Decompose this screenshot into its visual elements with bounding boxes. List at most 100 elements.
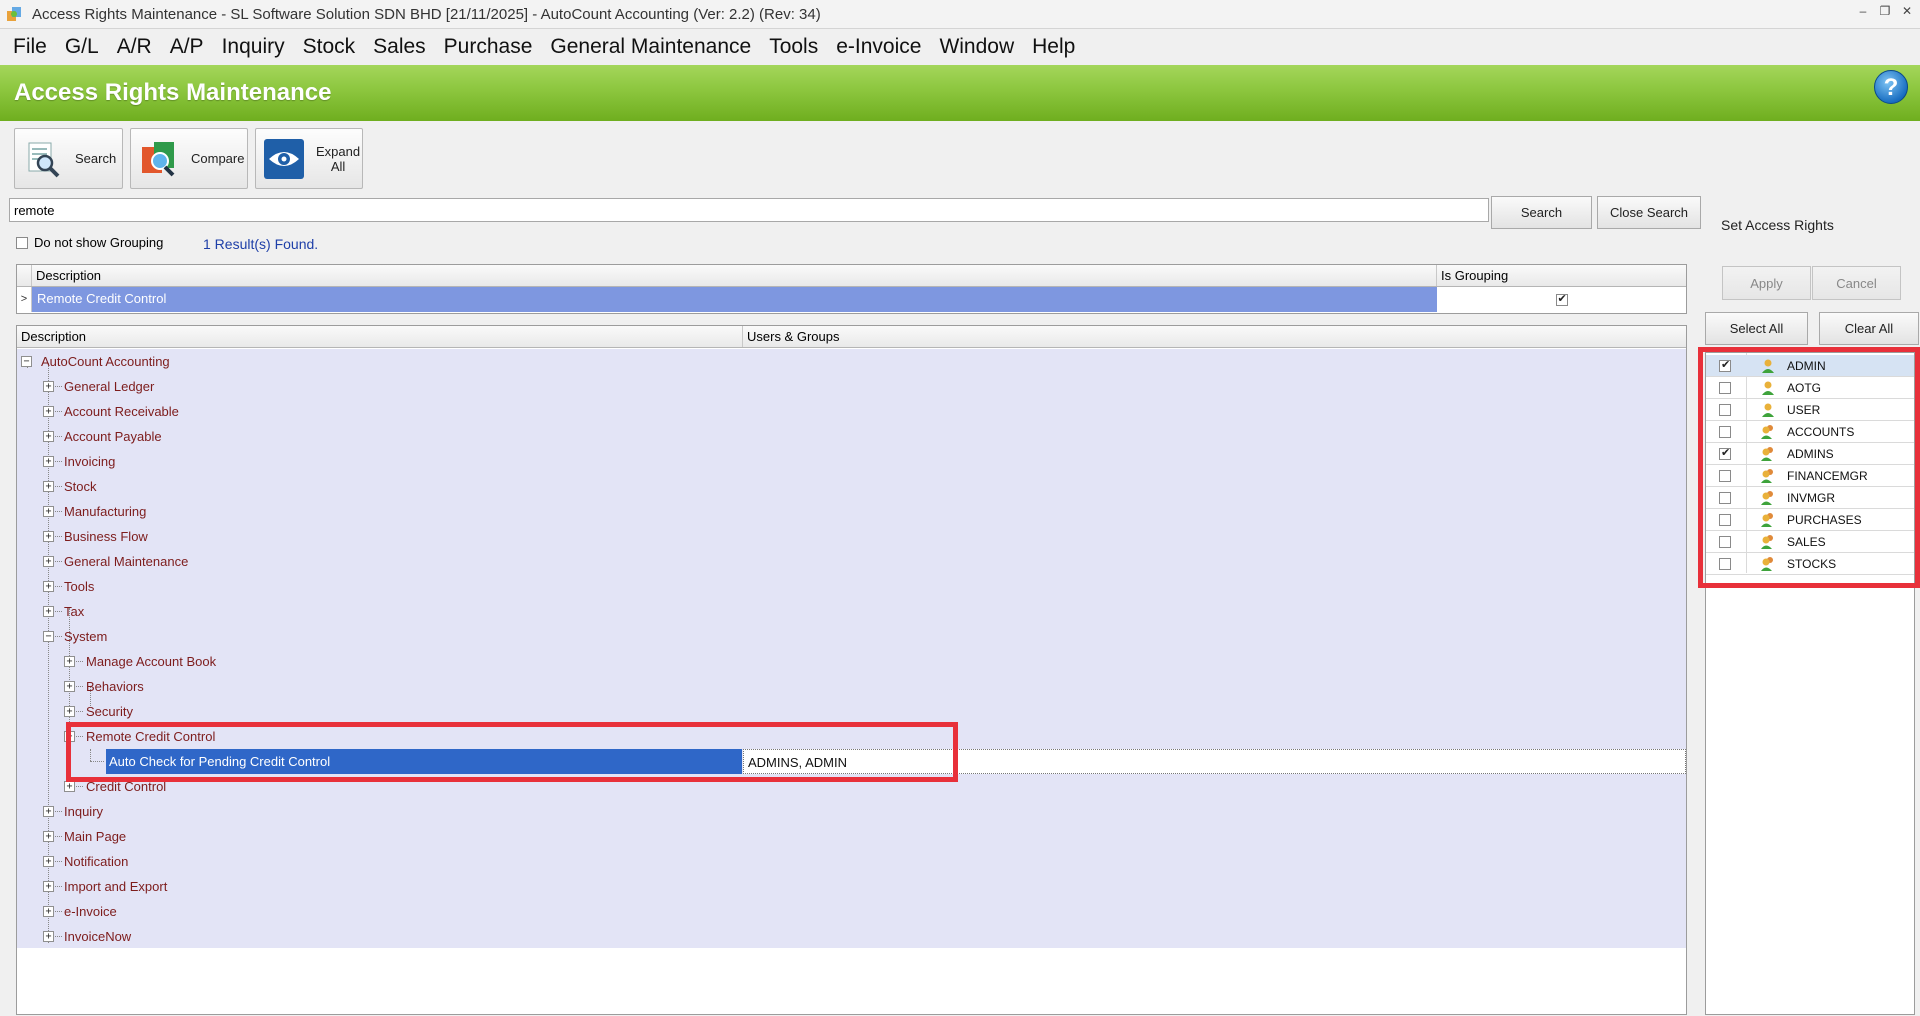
- cancel-button[interactable]: Cancel: [1812, 266, 1901, 300]
- menu-gl[interactable]: G/L: [56, 35, 108, 59]
- menu-ar[interactable]: A/R: [108, 35, 161, 59]
- tree-node-notification[interactable]: + Notification: [17, 849, 1686, 874]
- tree-node-remote-credit-control[interactable]: − Remote Credit Control: [17, 724, 1686, 749]
- menu-general-maintenance[interactable]: General Maintenance: [541, 35, 760, 59]
- user-checkbox[interactable]: [1719, 404, 1731, 416]
- no-grouping-checkbox[interactable]: [16, 236, 28, 249]
- tree-node-behaviors[interactable]: + Behaviors: [17, 674, 1686, 699]
- tree-node-tools[interactable]: + Tools: [17, 574, 1686, 599]
- tree-node-stock[interactable]: + Stock: [17, 474, 1686, 499]
- result-description-cell[interactable]: Remote Credit Control: [32, 287, 1437, 312]
- no-grouping-option[interactable]: Do not show Grouping: [16, 235, 163, 250]
- close-search-button[interactable]: Close Search: [1597, 196, 1701, 229]
- expand-icon[interactable]: +: [64, 656, 75, 667]
- expand-icon[interactable]: +: [43, 531, 54, 542]
- collapse-icon[interactable]: −: [43, 631, 54, 642]
- expand-icon[interactable]: +: [43, 406, 54, 417]
- menu-file[interactable]: File: [4, 35, 56, 59]
- expand-icon[interactable]: +: [43, 481, 54, 492]
- tree-node-business-flow[interactable]: + Business Flow: [17, 524, 1686, 549]
- tree-node-general-maintenance[interactable]: + General Maintenance: [17, 549, 1686, 574]
- expand-icon[interactable]: +: [43, 881, 54, 892]
- tree-node-tax[interactable]: + Tax: [17, 599, 1686, 624]
- column-header-description[interactable]: Description: [32, 265, 1437, 286]
- menu-stock[interactable]: Stock: [294, 35, 365, 59]
- menu-ap[interactable]: A/P: [161, 35, 213, 59]
- table-row[interactable]: > Remote Credit Control: [17, 287, 1686, 312]
- menu-window[interactable]: Window: [930, 35, 1023, 59]
- tree-node-inquiry[interactable]: + Inquiry: [17, 799, 1686, 824]
- clear-all-button[interactable]: Clear All: [1819, 312, 1919, 345]
- restore-button[interactable]: ❐: [1878, 4, 1892, 18]
- list-item-purchases[interactable]: PURCHASES: [1706, 509, 1914, 531]
- menu-help[interactable]: Help: [1023, 35, 1084, 59]
- group-checkbox[interactable]: [1719, 514, 1731, 526]
- menu-e-invoice[interactable]: e-Invoice: [827, 35, 930, 59]
- search-button[interactable]: Search: [1491, 196, 1592, 229]
- expand-all-button[interactable]: Expand All: [255, 128, 363, 189]
- tree-node-import-export[interactable]: + Import and Export: [17, 874, 1686, 899]
- column-header-users-groups[interactable]: Users & Groups: [743, 326, 1686, 347]
- expand-icon[interactable]: +: [43, 556, 54, 567]
- minimize-button[interactable]: –: [1856, 4, 1870, 18]
- selected-node-label[interactable]: Auto Check for Pending Credit Control: [106, 749, 742, 774]
- expand-icon[interactable]: +: [43, 806, 54, 817]
- group-checkbox[interactable]: [1719, 446, 1731, 460]
- tree-node-account-payable[interactable]: + Account Payable: [17, 424, 1686, 449]
- tree-node-credit-control[interactable]: + Credit Control: [17, 774, 1686, 799]
- menu-sales[interactable]: Sales: [364, 35, 435, 59]
- search-tool-button[interactable]: Search: [14, 128, 123, 189]
- apply-button[interactable]: Apply: [1722, 266, 1811, 300]
- list-item-financemgr[interactable]: FINANCEMGR: [1706, 465, 1914, 487]
- menu-purchase[interactable]: Purchase: [435, 35, 542, 59]
- tree-node-general-ledger[interactable]: + General Ledger: [17, 374, 1686, 399]
- tree-node-system[interactable]: − System: [17, 624, 1686, 649]
- search-input[interactable]: [9, 198, 1489, 222]
- user-checkbox[interactable]: [1719, 358, 1731, 372]
- group-checkbox[interactable]: [1719, 558, 1731, 570]
- expand-icon[interactable]: +: [43, 581, 54, 592]
- tree-node-security[interactable]: + Security: [17, 699, 1686, 724]
- expand-icon[interactable]: +: [43, 906, 54, 917]
- expand-icon[interactable]: +: [43, 431, 54, 442]
- group-checkbox[interactable]: [1719, 536, 1731, 548]
- tree-node-manage-account-book[interactable]: + Manage Account Book: [17, 649, 1686, 674]
- compare-tool-button[interactable]: Compare: [130, 128, 248, 189]
- tree-node-invoicenow[interactable]: + InvoiceNow: [17, 924, 1686, 949]
- menu-inquiry[interactable]: Inquiry: [213, 35, 294, 59]
- group-checkbox[interactable]: [1719, 426, 1731, 438]
- tree-node-main-page[interactable]: + Main Page: [17, 824, 1686, 849]
- user-checkbox[interactable]: [1719, 382, 1731, 394]
- list-item-user[interactable]: USER: [1706, 399, 1914, 421]
- expand-icon[interactable]: +: [64, 681, 75, 692]
- list-item-sales[interactable]: SALES: [1706, 531, 1914, 553]
- tree-node-root[interactable]: − AutoCount Accounting: [17, 349, 1686, 374]
- tree-node-invoicing[interactable]: + Invoicing: [17, 449, 1686, 474]
- collapse-icon[interactable]: −: [21, 356, 32, 367]
- menu-tools[interactable]: Tools: [760, 35, 827, 59]
- expand-icon[interactable]: +: [43, 831, 54, 842]
- group-checkbox[interactable]: [1719, 492, 1731, 504]
- collapse-icon[interactable]: −: [64, 731, 75, 742]
- expand-icon[interactable]: +: [43, 381, 54, 392]
- list-item-stocks[interactable]: STOCKS: [1706, 553, 1914, 575]
- help-icon[interactable]: ?: [1874, 70, 1908, 104]
- expand-icon[interactable]: +: [64, 706, 75, 717]
- list-item-accounts[interactable]: ACCOUNTS: [1706, 421, 1914, 443]
- expand-icon[interactable]: +: [43, 506, 54, 517]
- expand-icon[interactable]: +: [43, 606, 54, 617]
- list-item-admins[interactable]: ADMINS: [1706, 443, 1914, 465]
- expand-icon[interactable]: +: [43, 856, 54, 867]
- group-checkbox[interactable]: [1719, 470, 1731, 482]
- expand-icon[interactable]: +: [43, 931, 54, 942]
- column-header-is-grouping[interactable]: Is Grouping: [1437, 265, 1686, 286]
- select-all-button[interactable]: Select All: [1705, 312, 1808, 345]
- list-item-invmgr[interactable]: INVMGR: [1706, 487, 1914, 509]
- tree-node-account-receivable[interactable]: + Account Receivable: [17, 399, 1686, 424]
- column-header-tree-description[interactable]: Description: [17, 326, 743, 347]
- list-item-admin[interactable]: ADMIN: [1706, 355, 1914, 377]
- tree-node-auto-check-pending-credit[interactable]: Auto Check for Pending Credit Control AD…: [17, 749, 1686, 774]
- tree-node-manufacturing[interactable]: + Manufacturing: [17, 499, 1686, 524]
- close-button[interactable]: ✕: [1900, 4, 1914, 18]
- expand-icon[interactable]: +: [64, 781, 75, 792]
